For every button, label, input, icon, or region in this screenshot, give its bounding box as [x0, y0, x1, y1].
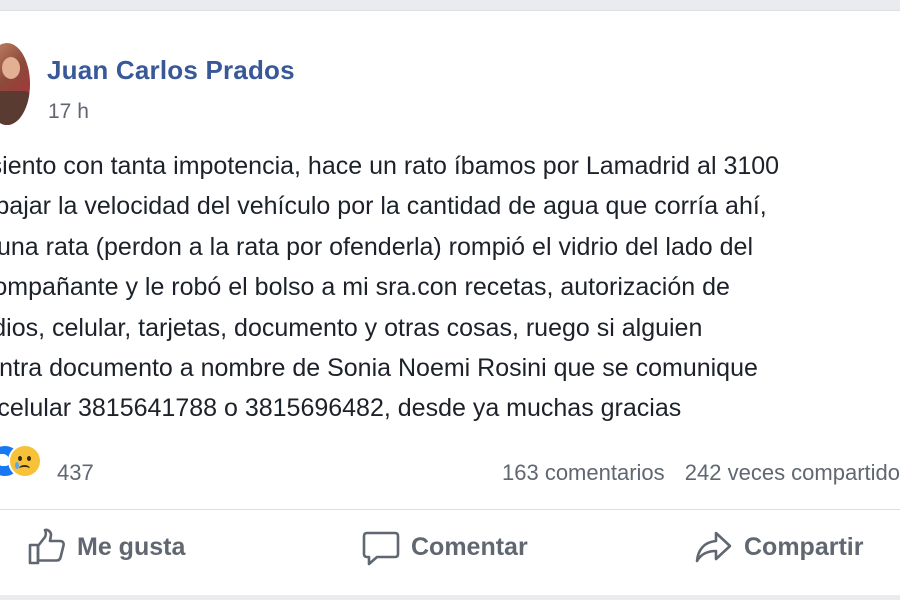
share-arrow-icon: [695, 531, 732, 563]
post-text-line: al bajar la velocidad del vehículo por l…: [0, 192, 767, 221]
author-avatar[interactable]: [0, 43, 30, 125]
post-stats: 163 comentarios 242 veces compartido: [502, 460, 900, 486]
comment-icon: [362, 531, 400, 566]
sad-reaction-icon: [8, 444, 42, 478]
comments-count[interactable]: 163 comentarios: [502, 460, 665, 485]
post-text-line: Me siento con tanta impotencia, hace un …: [0, 152, 780, 180]
thumbs-up-icon: [28, 528, 65, 565]
share-button[interactable]: Compartir: [694, 525, 863, 569]
like-button[interactable]: Me gusta: [27, 525, 185, 569]
post-text-line: estudios, celular, tarjetas, documento y…: [0, 313, 703, 342]
post-text-line: al celular 3815641788 o 3815696482, desd…: [0, 394, 682, 423]
post-text: Me siento con tanta impotencia, hace un …: [0, 146, 900, 429]
post-text-line: una rata (perdon a la rata por ofenderla…: [0, 232, 754, 261]
author-name[interactable]: Juan Carlos Prados: [47, 55, 295, 86]
comment-button[interactable]: Comentar: [361, 525, 528, 569]
shares-count[interactable]: 242 veces compartido: [685, 460, 900, 485]
post-card: Juan Carlos Prados 17 h Me siento con ta…: [0, 10, 900, 595]
post-timestamp[interactable]: 17 h: [48, 100, 89, 124]
share-button-label: Compartir: [744, 532, 864, 561]
like-button-label: Me gusta: [77, 532, 186, 561]
reaction-count[interactable]: 437: [57, 460, 94, 486]
comment-button-label: Comentar: [411, 532, 528, 561]
post-text-line: encuentra documento a nombre de Sonia No…: [0, 354, 758, 383]
actions-divider: [0, 509, 900, 510]
post-text-line: acompañante y le robó el bolso a mi sra.…: [0, 273, 730, 302]
